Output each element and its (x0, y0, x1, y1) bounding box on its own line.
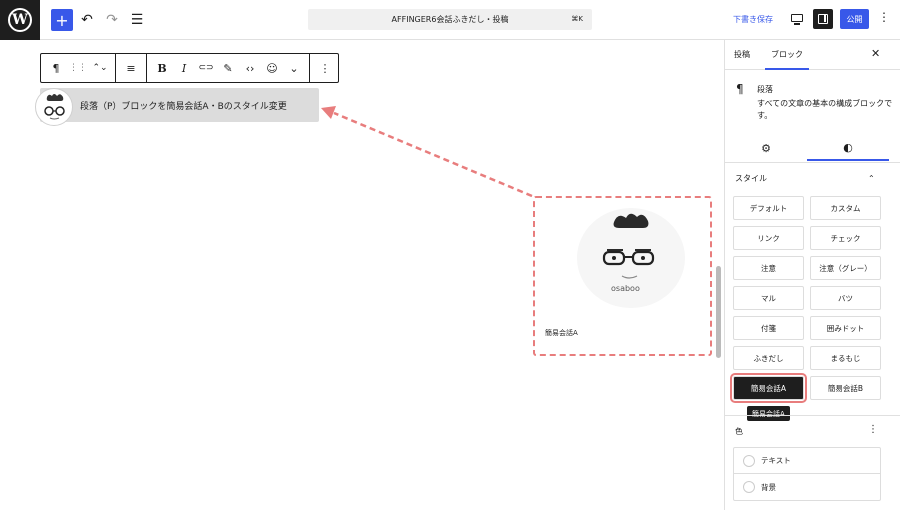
settings-sidebar: 投稿 ブロック ✕ ¶ 段落 すべての文章の基本の構成ブロックです。 ⚙ ◐ ス… (724, 40, 900, 510)
paragraph-block-icon[interactable]: ¶ (45, 57, 67, 79)
color-settings-list: テキスト 背景 (733, 447, 881, 501)
style-button-marumoji[interactable]: まるもじ (810, 346, 881, 370)
link-icon[interactable]: ⊂⊃ (195, 57, 217, 79)
editor-scrollbar[interactable] (716, 266, 721, 358)
color-panel-title: 色 (735, 427, 743, 436)
divider (725, 162, 900, 163)
options-more-icon[interactable]: ⋮ (878, 10, 890, 24)
list-view-icon[interactable]: ☰ (126, 9, 148, 31)
conversation-avatar-small (35, 88, 73, 126)
styles-panel-title[interactable]: スタイル (735, 173, 767, 184)
style-button-custom[interactable]: カスタム (810, 196, 881, 220)
chevron-up-icon[interactable]: ⌃ (868, 174, 875, 183)
style-button-check[interactable]: チェック (810, 226, 881, 250)
block-toolbar-group-format: B I ⊂⊃ ✎ ‹› ☺ ⌄ (147, 54, 310, 82)
block-toolbar: ¶ ⋮⋮ ⌃⌄ ≡ B I ⊂⊃ ✎ ‹› ☺ ⌄ ⋮ (40, 53, 339, 83)
italic-button[interactable]: I (173, 57, 195, 79)
color-options-icon[interactable]: ⋮ (868, 424, 878, 435)
highlight-icon[interactable]: ✎ (217, 57, 239, 79)
style-button-link[interactable]: リンク (733, 226, 804, 250)
style-tooltip: 簡易会話A (747, 406, 790, 421)
block-toolbar-group-options: ⋮ (310, 54, 340, 82)
paragraph-icon: ¶ (736, 82, 744, 96)
style-button-speech-bubble[interactable]: ふきだし (733, 346, 804, 370)
tab-block[interactable]: ブロック (765, 49, 809, 70)
add-block-button[interactable]: + (51, 9, 73, 31)
color-swatch-icon (743, 454, 755, 467)
bold-button[interactable]: B (151, 57, 173, 79)
code-icon[interactable]: ‹› (239, 57, 261, 79)
block-options-icon[interactable]: ⋮ (314, 57, 336, 79)
color-item-label: テキスト (761, 456, 791, 465)
redo-icon[interactable]: ↷ (101, 9, 123, 31)
document-bar[interactable]: AFFINGER6会話ふきだし・投稿 ⌘K (308, 9, 592, 30)
style-preview-box: osaboo 簡易会話A (533, 196, 712, 356)
command-shortcut: ⌘K (571, 15, 583, 23)
color-item-text[interactable]: テキスト (734, 448, 880, 474)
publish-button[interactable]: 公開 (840, 9, 869, 29)
style-button-default[interactable]: デフォルト (733, 196, 804, 220)
undo-icon[interactable]: ↶ (76, 9, 98, 31)
settings-sidebar-toggle-icon[interactable] (813, 9, 833, 29)
wordpress-logo-icon: W (8, 8, 32, 32)
save-draft-button[interactable]: 下書き保存 (733, 14, 773, 25)
avatar-brand-text: osaboo (611, 284, 640, 293)
block-inspector-tabs: ⚙ ◐ (725, 136, 900, 162)
block-toolbar-group-align: ≡ (116, 54, 147, 82)
settings-tab-gear-icon[interactable]: ⚙ (725, 136, 807, 161)
paragraph-text[interactable]: 段落（P）ブロックを簡易会話A・Bのスタイル変更 (80, 99, 287, 112)
divider (725, 415, 900, 416)
block-card-title: 段落 (757, 85, 773, 94)
color-item-background[interactable]: 背景 (734, 474, 880, 500)
wordpress-logo-button[interactable]: W (0, 0, 40, 40)
style-button-simple-conversation-a[interactable]: 簡易会話A (730, 373, 807, 403)
more-formats-chevron-down-icon[interactable]: ⌄ (283, 57, 305, 79)
color-item-label: 背景 (761, 482, 776, 492)
styles-grid: デフォルト カスタム リンク チェック 注意 注意（グレー） マル バツ 付箋 … (730, 196, 883, 403)
style-button-dotted-box[interactable]: 囲みドット (810, 316, 881, 340)
move-up-down-icon[interactable]: ⌃⌄ (89, 57, 111, 79)
block-card-description: すべての文章の基本の構成ブロックです。 (757, 99, 893, 120)
paragraph-block[interactable]: 段落（P）ブロックを簡易会話A・Bのスタイル変更 (40, 88, 319, 122)
block-toolbar-group-block: ¶ ⋮⋮ ⌃⌄ (41, 54, 116, 82)
preview-device-icon[interactable] (790, 12, 804, 26)
color-swatch-icon (743, 481, 755, 493)
editor-top-bar: W + ↶ ↷ ☰ AFFINGER6会話ふきだし・投稿 ⌘K 下書き保存 公開… (0, 0, 900, 40)
styles-tab-half-circle-icon[interactable]: ◐ (807, 136, 889, 161)
style-button-batsu[interactable]: バツ (810, 286, 881, 310)
align-text-icon[interactable]: ≡ (120, 57, 142, 79)
sidebar-tabs: 投稿 ブロック ✕ (725, 40, 900, 70)
style-button-caution[interactable]: 注意 (733, 256, 804, 280)
drag-handle-icon[interactable]: ⋮⋮ (67, 57, 89, 79)
style-button-maru[interactable]: マル (733, 286, 804, 310)
preview-caption: 簡易会話A (545, 329, 578, 337)
tab-post[interactable]: 投稿 (734, 49, 750, 60)
close-icon[interactable]: ✕ (871, 47, 880, 60)
style-button-simple-conversation-b[interactable]: 簡易会話B (810, 376, 881, 400)
document-title: AFFINGER6会話ふきだし・投稿 (391, 15, 509, 24)
conversation-avatar-large: osaboo (577, 208, 685, 308)
style-button-caution-gray[interactable]: 注意（グレー） (810, 256, 881, 280)
emoji-icon[interactable]: ☺ (261, 57, 283, 79)
style-button-sticky-note[interactable]: 付箋 (733, 316, 804, 340)
